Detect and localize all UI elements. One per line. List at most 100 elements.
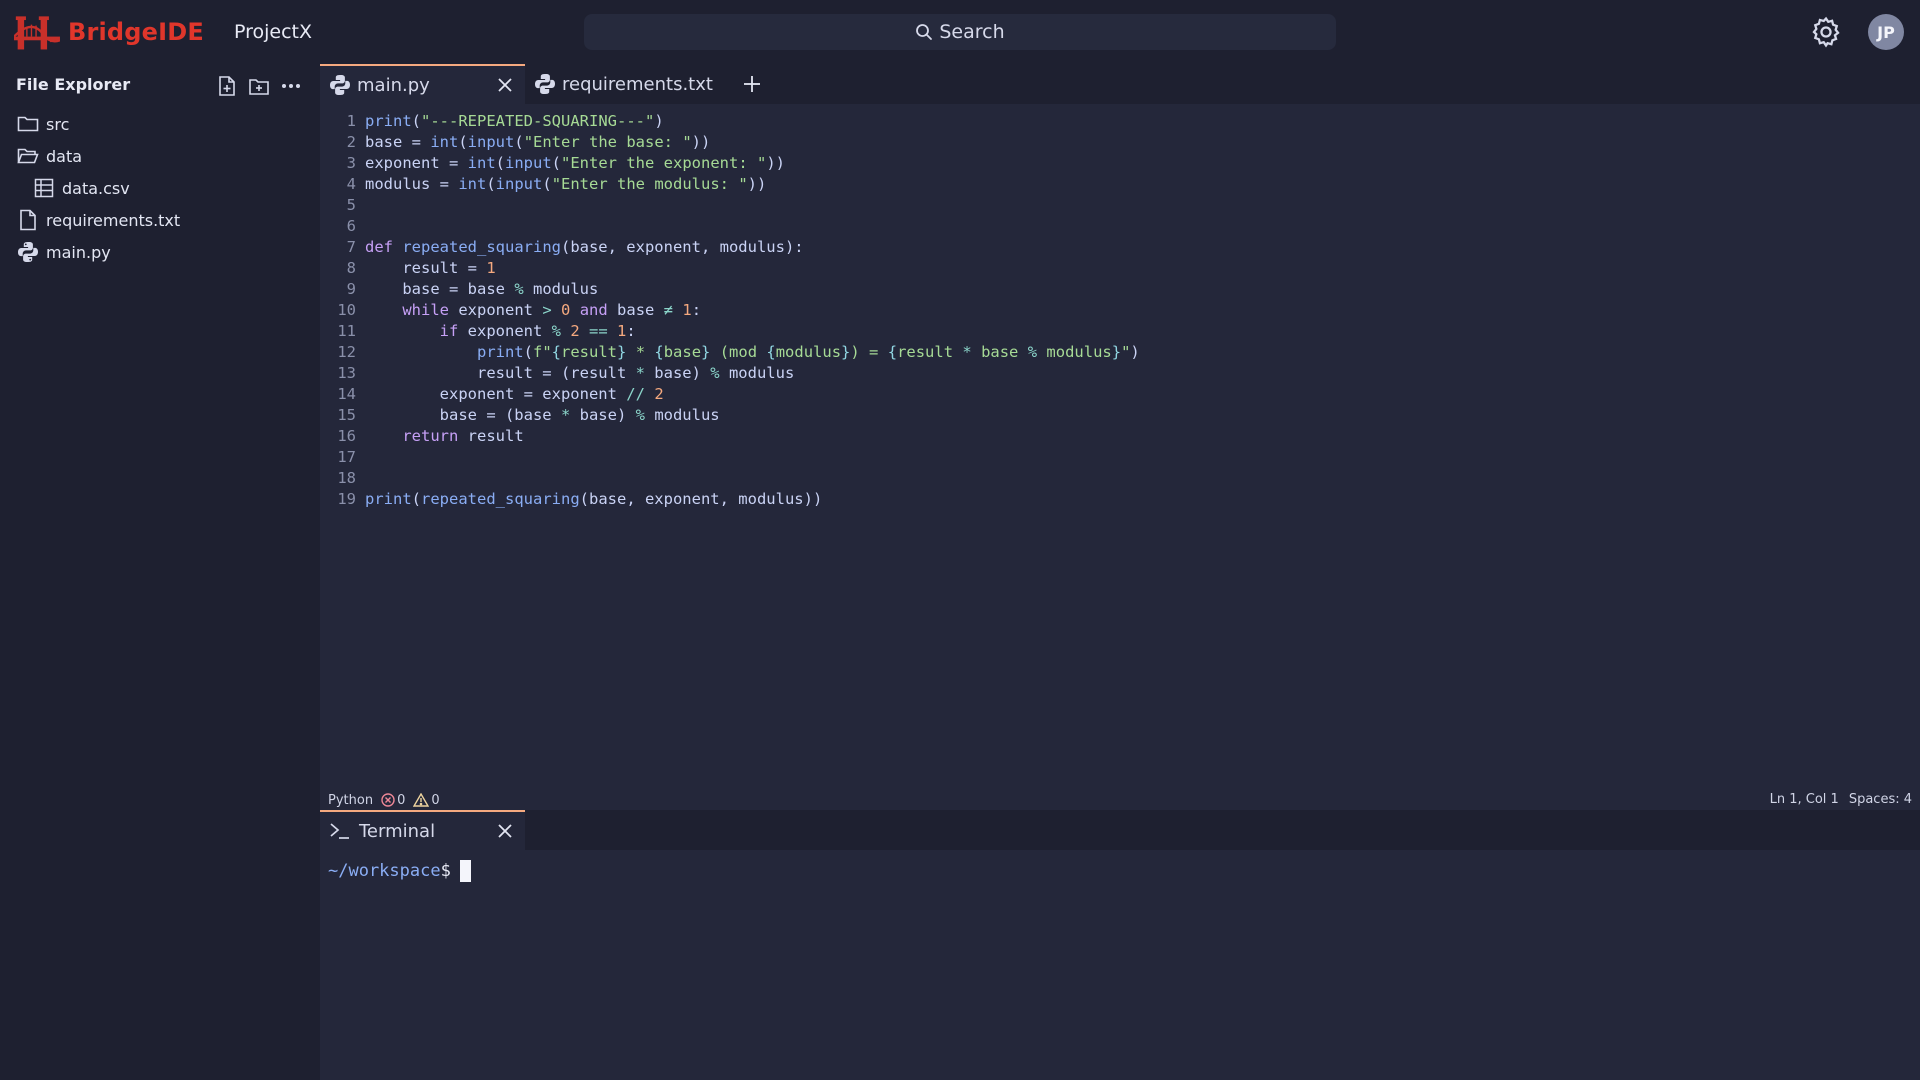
project-name[interactable]: ProjectX xyxy=(234,21,312,43)
line-number: 17 xyxy=(337,448,356,466)
warning-icon xyxy=(413,793,430,807)
search-label: Search xyxy=(939,21,1005,43)
tab-main-py[interactable]: main.py xyxy=(320,64,525,104)
code-text: exponent = int(input("Enter the exponent… xyxy=(365,154,785,172)
line-number: 5 xyxy=(346,196,356,214)
line-number: 1 xyxy=(346,112,356,130)
code-line[interactable]: 5 xyxy=(320,195,1920,216)
line-number: 11 xyxy=(337,322,356,340)
new-file-icon xyxy=(219,76,235,96)
line-number: 9 xyxy=(346,280,356,298)
code-line[interactable]: 15 base = (base * base) % modulus xyxy=(320,405,1920,426)
status-cursor-position[interactable]: Ln 1, Col 1 xyxy=(1770,792,1839,807)
terminal-icon xyxy=(329,820,351,842)
line-number: 2 xyxy=(346,133,356,151)
code-line[interactable]: 11 if exponent % 2 == 1: xyxy=(320,321,1920,342)
code-text: modulus = int(input("Enter the modulus: … xyxy=(365,175,767,193)
python-icon xyxy=(329,74,351,96)
python-icon xyxy=(534,73,556,95)
code-text: result = (result * base) % modulus xyxy=(365,364,795,382)
sidebar-title: File Explorer xyxy=(16,74,131,94)
code-line[interactable]: 13 result = (result * base) % modulus xyxy=(320,363,1920,384)
code-line[interactable]: 7 def repeated_squaring(base, exponent, m… xyxy=(320,237,1920,258)
line-number: 15 xyxy=(337,406,356,424)
new-folder-button[interactable] xyxy=(247,74,271,98)
code-line[interactable]: 8 result = 1 xyxy=(320,258,1920,279)
line-number: 13 xyxy=(337,364,356,382)
status-warnings[interactable]: 0 xyxy=(413,793,440,808)
brand-name: BridgeIDE xyxy=(67,18,204,46)
code-text: print("---REPEATED-SQUARING---") xyxy=(365,112,664,130)
line-number: 4 xyxy=(346,175,356,193)
code-line[interactable]: 17 xyxy=(320,447,1920,468)
new-tab-button[interactable] xyxy=(740,72,764,96)
line-number: 12 xyxy=(337,343,356,361)
code-text: if exponent % 2 == 1: xyxy=(439,322,636,340)
plus-icon xyxy=(744,76,760,92)
tree-item-label: data.csv xyxy=(62,178,130,198)
status-bar: Python 0 0 Ln 1, Col 1 Spaces: 4 xyxy=(320,788,1920,812)
code-text: base = base % modulus xyxy=(365,280,599,298)
code-line[interactable]: 14 exponent = exponent // 2 xyxy=(320,384,1920,405)
code-line[interactable]: 2 base = int(input("Enter the base: ")) xyxy=(320,132,1920,153)
terminal-tab-label: Terminal xyxy=(359,820,436,842)
tab-terminal[interactable]: Terminal xyxy=(320,810,525,850)
terminal-panel[interactable]: ~/workspace $ xyxy=(320,850,1920,1080)
code-line[interactable]: 16 return result xyxy=(320,426,1920,447)
code-line[interactable]: 3 exponent = int(input("Enter the exponen… xyxy=(320,153,1920,174)
line-number: 6 xyxy=(346,217,356,235)
line-number: 19 xyxy=(337,490,356,508)
code-line[interactable]: 1 print("---REPEATED-SQUARING---") xyxy=(320,111,1920,132)
code-text: print(f"{result} * {base} (mod {modulus}… xyxy=(476,343,1140,361)
status-error-count: 0 xyxy=(397,792,406,808)
folder-open-icon xyxy=(16,144,40,168)
code-line[interactable]: 19 print(repeated_squaring(base, exponent… xyxy=(320,489,1920,510)
line-number: 3 xyxy=(346,154,356,172)
tree-item-requirements[interactable]: requirements.txt xyxy=(0,204,320,236)
terminal-cursor xyxy=(459,860,471,882)
tree-item-data[interactable]: data xyxy=(0,140,320,172)
tree-item-main-py[interactable]: main.py xyxy=(0,236,320,268)
avatar[interactable]: JP xyxy=(1868,14,1904,50)
new-folder-icon xyxy=(249,79,269,95)
code-line[interactable]: 12 print(f"{result} * {base} (mod {modul… xyxy=(320,342,1920,363)
file-tree: src data data.csv requirements.txt main.… xyxy=(0,108,320,268)
bridge-logo-icon xyxy=(14,16,60,50)
code-line[interactable]: 18 xyxy=(320,468,1920,489)
line-number: 8 xyxy=(346,259,356,277)
code-text: base = int(input("Enter the base: ")) xyxy=(365,133,711,151)
code-line[interactable]: 6 xyxy=(320,216,1920,237)
code-editor[interactable]: 1 print("---REPEATED-SQUARING---") 2 base =… xyxy=(320,104,1920,784)
code-line[interactable]: 10 while exponent > 0 and base ≠ 1: xyxy=(320,300,1920,321)
error-icon xyxy=(381,793,395,807)
status-right: Ln 1, Col 1 Spaces: 4 xyxy=(1770,792,1912,807)
tree-item-data-csv[interactable]: data.csv xyxy=(0,172,320,204)
folder-icon xyxy=(16,112,40,136)
top-bar: BridgeIDE ProjectX Search JP xyxy=(0,0,1920,64)
status-errors[interactable]: 0 xyxy=(381,793,405,808)
file-icon xyxy=(16,208,40,232)
search-icon xyxy=(916,24,933,40)
status-language[interactable]: Python xyxy=(328,793,373,808)
tab-label: requirements.txt xyxy=(562,73,713,95)
line-number: 14 xyxy=(337,385,356,403)
line-number: 7 xyxy=(346,238,356,256)
tab-requirements-txt[interactable]: requirements.txt xyxy=(525,64,730,104)
code-line[interactable]: 4 modulus = int(input("Enter the modulus:… xyxy=(320,174,1920,195)
close-icon[interactable] xyxy=(495,75,515,95)
tree-item-label: src xyxy=(46,114,70,134)
prompt-path: ~/workspace xyxy=(328,861,441,881)
code-line[interactable]: 9 base = base % modulus xyxy=(320,279,1920,300)
terminal-prompt[interactable]: ~/workspace $ xyxy=(328,860,471,882)
code-text: print(repeated_squaring(base, exponent, … xyxy=(365,490,823,508)
search-bar[interactable]: Search xyxy=(584,14,1336,50)
tree-item-label: main.py xyxy=(46,242,111,262)
new-file-button[interactable] xyxy=(215,74,239,98)
brand[interactable]: BridgeIDE xyxy=(14,11,204,53)
close-icon[interactable] xyxy=(495,821,515,841)
tree-item-src[interactable]: src xyxy=(0,108,320,140)
more-actions-button[interactable] xyxy=(279,74,303,98)
tab-label: main.py xyxy=(357,74,430,96)
status-indentation[interactable]: Spaces: 4 xyxy=(1849,792,1912,807)
settings-button[interactable] xyxy=(1808,14,1844,50)
